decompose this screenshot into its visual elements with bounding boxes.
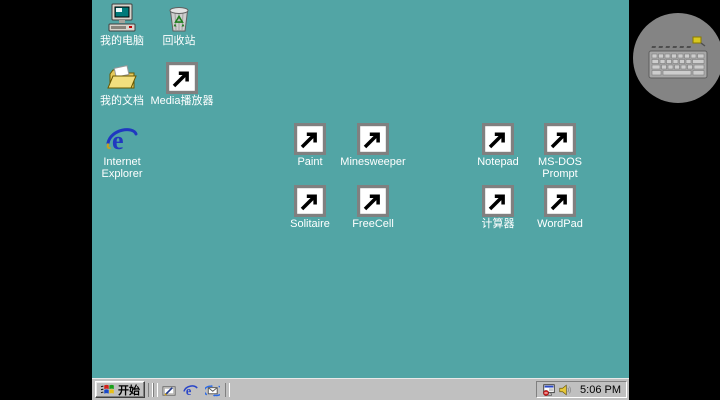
quick-launch-ie-button[interactable]: e	[181, 382, 199, 398]
recycle-bin-icon	[163, 2, 195, 34]
minesweeper-icon	[357, 123, 389, 155]
show-desktop-button[interactable]	[160, 382, 178, 398]
shortcut-arrow-icon	[544, 185, 576, 217]
quick-launch-outlook-button[interactable]	[203, 382, 221, 398]
start-button[interactable]: 开始	[95, 381, 145, 398]
media-player-icon: 321	[166, 62, 198, 94]
my-documents-icon	[106, 62, 138, 94]
shortcut-arrow-icon	[482, 185, 514, 217]
desktop-icon-label: Notepad	[477, 156, 519, 168]
wordpad-icon	[544, 185, 576, 217]
desktop-icon-ms-dos-prompt[interactable]: MS S MS-DOS Prompt	[524, 123, 596, 180]
freecell-icon	[357, 185, 389, 217]
desktop-icon-solitaire[interactable]: Solitaire	[274, 185, 346, 230]
desktop-icon-label: Media播放器	[151, 95, 214, 107]
windows-desktop: 我的电脑 回收站	[92, 0, 629, 400]
desktop-icon-label: FreeCell	[352, 218, 394, 230]
outlook-express-icon	[205, 383, 220, 398]
desktop-icon-label: 我的文档	[100, 95, 144, 107]
shortcut-arrow-icon	[357, 185, 389, 217]
internet-explorer-small-icon: e	[183, 383, 198, 398]
keyboard-icon	[646, 34, 710, 82]
ms-dos-icon: MS S	[544, 123, 576, 155]
desktop-icon-recycle-bin[interactable]: 回收站	[143, 2, 215, 47]
desktop-icon-label: WordPad	[537, 218, 583, 230]
desktop-icon-media-player[interactable]: 321 Media播放器	[146, 62, 218, 107]
desktop-icon-label: 回收站	[163, 35, 196, 47]
desktop-icon-internet-explorer[interactable]: e Internet Explorer	[86, 123, 158, 180]
taskbar: 开始 e	[92, 378, 629, 400]
taskbar-clock[interactable]: 5:06 PM	[580, 384, 621, 396]
desktop-icon-label: Minesweeper	[340, 156, 405, 168]
shortcut-arrow-icon	[357, 123, 389, 155]
volume-tray-icon[interactable]	[558, 383, 572, 397]
shortcut-arrow-icon	[294, 185, 326, 217]
shortcut-arrow-icon	[544, 123, 576, 155]
desktop-icon-label: 计算器	[482, 218, 515, 230]
show-desktop-icon	[162, 383, 177, 398]
shortcut-arrow-icon	[482, 123, 514, 155]
internet-explorer-icon: e	[106, 123, 138, 155]
paint-icon	[294, 123, 326, 155]
taskbar-divider	[225, 383, 230, 397]
system-tray: 5:06 PM	[536, 381, 627, 398]
desktop-icon-label: Internet Explorer	[86, 156, 158, 180]
virtual-keyboard-button[interactable]	[633, 13, 720, 103]
desktop-icon-paint[interactable]: Paint	[274, 123, 346, 168]
desktop-icon-label: Paint	[297, 156, 322, 168]
shortcut-arrow-icon	[166, 62, 198, 94]
my-computer-icon	[106, 2, 138, 34]
desktop-icon-wordpad[interactable]: WordPad	[524, 185, 596, 230]
desktop-icon-label: MS-DOS Prompt	[524, 156, 596, 180]
notepad-icon	[482, 123, 514, 155]
desktop-icon-label: 我的电脑	[100, 35, 144, 47]
start-button-label: 开始	[118, 382, 140, 398]
shortcut-arrow-icon	[294, 123, 326, 155]
emulator-stage: 我的电脑 回收站	[0, 0, 720, 400]
desktop-icon-freecell[interactable]: FreeCell	[337, 185, 409, 230]
windows-logo-icon	[100, 383, 115, 396]
display-settings-tray-icon[interactable]	[542, 383, 556, 397]
quick-launch-handle[interactable]	[153, 383, 158, 397]
desktop-icon-minesweeper[interactable]: Minesweeper	[337, 123, 409, 168]
desktop-icon-label: Solitaire	[290, 218, 330, 230]
calculator-icon	[482, 185, 514, 217]
solitaire-icon	[294, 185, 326, 217]
